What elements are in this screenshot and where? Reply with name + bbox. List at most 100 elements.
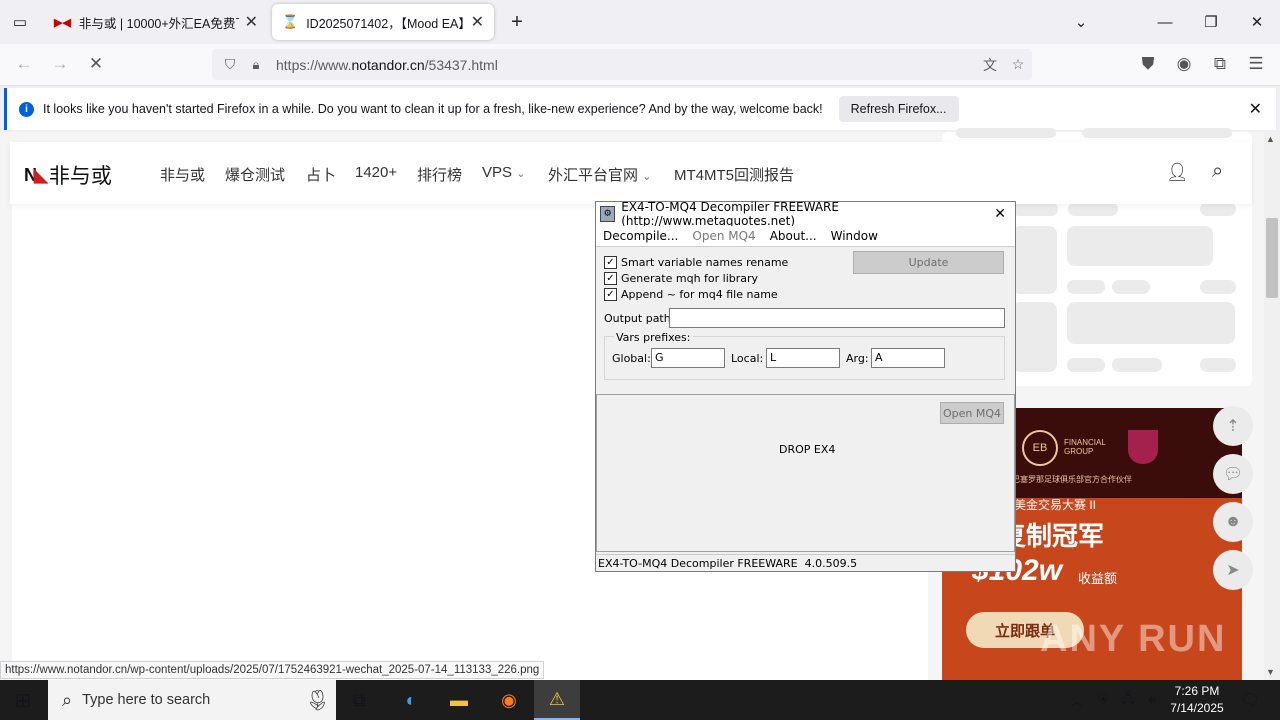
open-mq4-button[interactable]: Open MQ4 — [940, 402, 1004, 424]
url-text: https://www.notandor.cn/53437.html — [276, 57, 498, 73]
checkbox-label: Generate mqh for library — [621, 272, 759, 285]
tab-overview-icon[interactable]: ▭ — [0, 0, 40, 44]
edge-icon[interactable]: ◐ — [388, 680, 434, 720]
tab-mood-ea[interactable]: ⌛ ID2025071402，【Mood EA】多 ✕ — [272, 4, 494, 40]
fcb-crest-icon — [1128, 430, 1158, 464]
back-arrow-icon[interactable]: ← — [8, 48, 40, 80]
minimize-icon[interactable]: — — [1142, 0, 1188, 44]
close-notification-icon[interactable]: ✕ — [1249, 99, 1262, 119]
dialog-close-icon[interactable]: ✕ — [994, 206, 1006, 222]
menu-window[interactable]: Window — [831, 229, 878, 243]
scroll-up-icon[interactable]: ▲ — [1266, 134, 1275, 144]
restore-icon[interactable]: ❐ — [1188, 0, 1234, 44]
search-icon[interactable]: ⌕ — [1212, 160, 1223, 183]
notifications-icon[interactable]: 🗨︎ — [1232, 680, 1268, 720]
append-tilde-checkbox[interactable]: ✓ Append ~ for mq4 file name — [604, 288, 778, 301]
loading-hourglass-icon: ⌛ — [282, 14, 299, 29]
tab-notandor[interactable]: ▶◀ 非与或 | 10000+外汇EA免费下载 ✕ — [44, 4, 268, 40]
menu-open-mq4[interactable]: Open MQ4 — [692, 229, 755, 243]
update-button[interactable]: Update — [853, 251, 1004, 274]
menu-item-divination[interactable]: 占卜 — [306, 164, 336, 185]
drop-ex4-text: DROP EX4 — [779, 443, 836, 456]
volume-icon[interactable]: 🔊︎ — [1140, 680, 1164, 720]
menu-item-broker-sites[interactable]: 外汇平台官网 ⌄ — [548, 164, 651, 185]
decompiler-taskbar-icon[interactable]: ⚠ — [534, 680, 580, 720]
ad-brand-sub: FINANCIAL GROUP — [1064, 438, 1106, 456]
local-label: Local: — [731, 352, 764, 365]
page-scrollbar[interactable] — [1264, 132, 1280, 680]
vars-prefixes-label: Vars prefixes: — [614, 331, 693, 344]
show-hidden-icons-icon[interactable]: ︿ — [1064, 680, 1090, 720]
ad-partner-line: 巴塞罗那足球俱乐部官方合作伙伴 — [1012, 475, 1132, 484]
dialog-statusbar: EX4-TO-MQ4 Decompiler FREEWARE 4.0.509.5 — [596, 554, 1015, 571]
list-tabs-chevron-icon[interactable]: ⌄ — [1058, 0, 1104, 44]
menu-item-1420[interactable]: 1420+ — [355, 164, 397, 181]
logo-text: 非与或 — [48, 165, 112, 188]
account-icon[interactable]: ◉ — [1168, 48, 1200, 80]
back-to-top-icon[interactable]: ⇡ — [1213, 406, 1253, 446]
refresh-firefox-button[interactable]: Refresh Firefox... — [838, 96, 959, 122]
chevron-down-icon: ⌄ — [516, 168, 526, 180]
link-status-url: https://www.notandor.cn/wp-content/uploa… — [0, 661, 545, 679]
search-highlight-flowers-icon: 🌷︎ — [304, 689, 330, 712]
checkbox-label: Smart variable names rename — [621, 256, 789, 269]
dialog-titlebar[interactable]: ⚙ EX4-TO-MQ4 Decompiler FREEWARE (http:/… — [596, 200, 1015, 228]
dialog-menubar: Decompile... Open MQ4 About... Window — [596, 226, 1015, 246]
stop-loading-icon[interactable]: ✕ — [80, 48, 112, 80]
translate-icon[interactable]: 文 — [976, 55, 1004, 75]
dialog-title: EX4-TO-MQ4 Decompiler FREEWARE (http://w… — [621, 200, 839, 228]
checkbox-box: ✓ — [604, 256, 617, 269]
menu-label: 外汇平台官网 — [548, 167, 639, 184]
checkbox-box: ✓ — [604, 272, 617, 285]
qq-icon[interactable]: ☻ — [1213, 502, 1253, 542]
decompiler-window: ⚙ EX4-TO-MQ4 Decompiler FREEWARE (http:/… — [595, 200, 1016, 572]
close-window-icon[interactable]: ✕ — [1234, 0, 1280, 44]
menu-label: VPS — [482, 164, 513, 181]
scroll-down-icon[interactable]: ▼ — [1266, 667, 1275, 677]
new-tab-icon[interactable]: + — [494, 0, 540, 44]
close-tab-icon[interactable]: ✕ — [245, 12, 258, 32]
telegram-icon[interactable]: ➤ — [1213, 550, 1253, 590]
smart-rename-checkbox[interactable]: ✓ Smart variable names rename — [604, 256, 788, 269]
info-icon: i — [19, 101, 34, 117]
menu-about[interactable]: About... — [770, 229, 817, 243]
menu-item-margin-test[interactable]: 爆仓测试 — [225, 164, 285, 185]
global-prefix-input[interactable]: G — [651, 348, 725, 368]
url-bar[interactable]: ⛉ 🔒︎ https://www.notandor.cn/53437.html … — [212, 49, 1032, 80]
network-icon[interactable]: 🖧︎ — [1116, 680, 1140, 720]
notification-text: It looks like you haven't started Firefo… — [43, 102, 823, 116]
output-path-label: Output path: — [604, 312, 675, 325]
close-tab-icon[interactable]: ✕ — [471, 12, 484, 32]
output-path-input[interactable] — [669, 308, 1005, 328]
taskbar-search[interactable]: ⌕ Type here to search 🌷︎ — [48, 680, 336, 720]
forward-arrow-icon[interactable]: → — [44, 48, 76, 80]
file-explorer-icon[interactable]: ▬ — [436, 680, 482, 720]
pocket-icon[interactable]: ⛊ — [1132, 48, 1164, 80]
scrollbar-thumb[interactable] — [1266, 218, 1278, 298]
menu-item-backtest-reports[interactable]: MT4MT5回测报告 — [674, 164, 794, 185]
extensions-icon[interactable]: ⧉ — [1204, 48, 1236, 80]
security-icon[interactable]: ⛨ — [1090, 680, 1116, 720]
url-path: /53437.html — [424, 56, 498, 73]
generate-mqh-checkbox[interactable]: ✓ Generate mqh for library — [604, 272, 758, 285]
menu-item-vps[interactable]: VPS ⌄ — [482, 164, 525, 181]
menu-decompile[interactable]: Decompile... — [603, 229, 678, 243]
local-prefix-input[interactable]: L — [766, 348, 840, 368]
arg-prefix-input[interactable]: A — [871, 348, 945, 368]
firefox-icon[interactable]: ◉ — [486, 680, 532, 720]
windows-start-icon[interactable]: ⊞ — [0, 680, 46, 720]
app-icon: ⚙ — [600, 206, 616, 222]
wechat-icon[interactable]: 💬︎ — [1213, 454, 1253, 494]
clock[interactable]: 7:26 PM 7/14/2025 — [1164, 683, 1230, 717]
menu-item-home[interactable]: 非与或 — [160, 164, 205, 185]
arg-label: Arg: — [846, 352, 869, 365]
shield-icon[interactable]: ⛉ — [220, 56, 240, 73]
user-icon[interactable]: 👤︎ — [1166, 162, 1189, 183]
site-logo[interactable]: N◣ 非与或 — [24, 160, 112, 190]
hamburger-menu-icon[interactable]: ☰ — [1240, 48, 1272, 80]
bookmark-star-icon[interactable]: ☆ — [1004, 56, 1032, 73]
checkbox-label: Append ~ for mq4 file name — [621, 288, 778, 301]
lock-icon[interactable]: 🔒︎ — [246, 57, 266, 73]
menu-item-ranking[interactable]: 排行榜 — [417, 164, 462, 185]
task-view-icon[interactable]: ⧉ — [336, 680, 382, 720]
